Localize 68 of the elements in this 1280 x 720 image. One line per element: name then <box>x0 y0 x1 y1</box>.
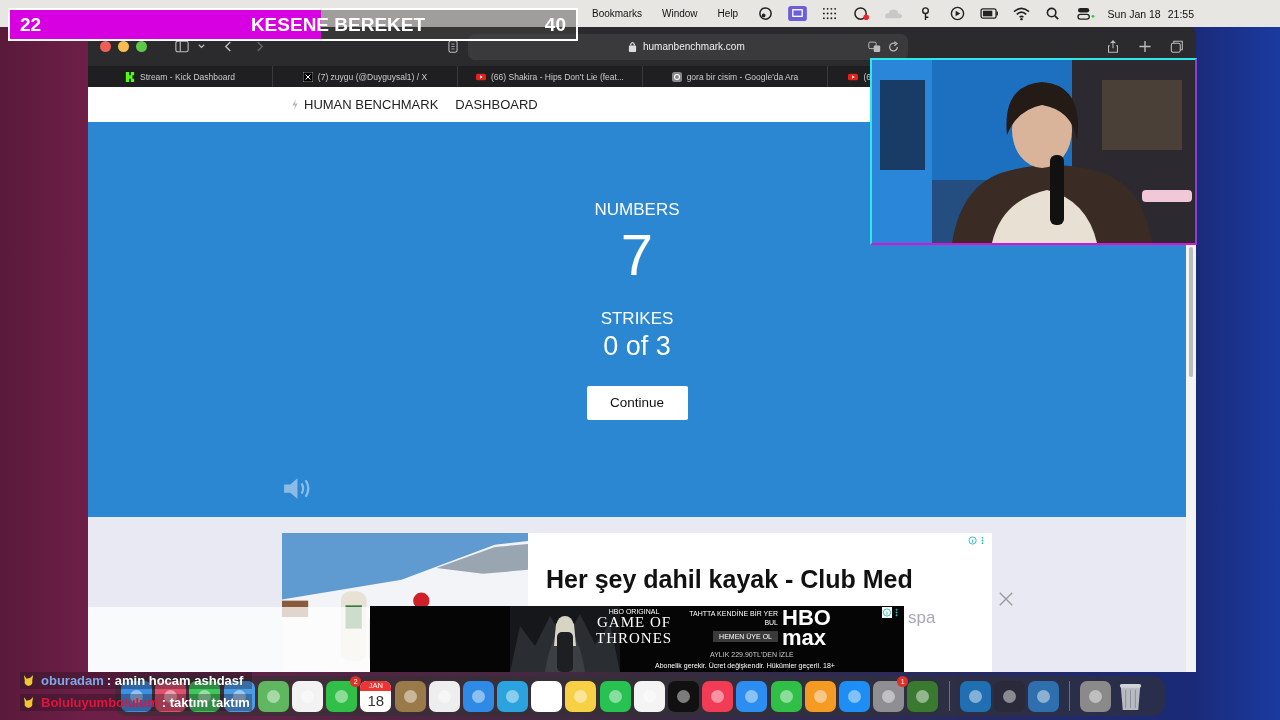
test-name: NUMBERS <box>594 200 680 220</box>
app-icon[interactable] <box>633 680 665 712</box>
lock-icon <box>628 41 637 52</box>
reload-icon[interactable] <box>887 40 900 53</box>
toggle-icon[interactable] <box>1075 6 1095 21</box>
back-icon[interactable] <box>224 40 233 53</box>
app-icon[interactable] <box>428 680 460 712</box>
new-tab-icon[interactable] <box>1138 40 1152 53</box>
share-icon[interactable] <box>1106 40 1120 53</box>
ad-description: spa <box>908 608 936 628</box>
brand-logo: HBO <box>782 608 831 628</box>
app-icon[interactable] <box>838 680 870 712</box>
tabs-overview-icon[interactable] <box>1170 40 1184 53</box>
app-icon[interactable] <box>531 680 563 712</box>
screen-icon[interactable] <box>787 6 807 21</box>
chat-username: oburadam <box>41 673 104 688</box>
menu-bar-date: Sun Jan 18 <box>1107 7 1161 20</box>
g-logo-icon <box>671 71 682 82</box>
scrollbar-thumb[interactable] <box>1189 247 1193 377</box>
chat-text: : amin hocam ashdasf <box>106 673 244 688</box>
k-logo-icon <box>125 71 135 82</box>
x-logo-icon <box>302 71 313 82</box>
zoom-icon[interactable] <box>136 41 147 52</box>
app-icon[interactable] <box>959 680 991 712</box>
sidebar-icon[interactable] <box>175 40 189 53</box>
menu-item[interactable]: Bookmarks <box>592 8 642 19</box>
app-icon[interactable] <box>257 680 289 712</box>
badge-icon <box>22 696 35 709</box>
wifi-icon[interactable] <box>1011 6 1031 21</box>
app-icon[interactable] <box>1028 680 1060 712</box>
nav-link[interactable]: DASHBOARD <box>455 97 538 112</box>
site-logo[interactable]: HUMAN BENCHMARK <box>304 97 439 112</box>
app-icon[interactable] <box>736 680 768 712</box>
app-icon[interactable] <box>907 680 939 712</box>
close-icon[interactable] <box>100 41 111 52</box>
menu-item[interactable]: Help <box>717 8 739 19</box>
app-icon[interactable] <box>291 680 323 712</box>
page-icon[interactable] <box>446 40 460 53</box>
badge-icon <box>22 674 35 687</box>
ad-headline[interactable]: Her şey dahil kayak - Club Med <box>546 565 936 594</box>
show-title: GAME OF <box>597 615 672 631</box>
strikes-count: 0 of 3 <box>603 330 671 362</box>
app-icon[interactable] <box>1080 680 1112 712</box>
show-title: THRONES <box>596 630 673 647</box>
continue-button[interactable]: Continue <box>586 385 688 420</box>
play-icon <box>476 71 486 82</box>
minimize-icon[interactable] <box>118 41 129 52</box>
url-text: humanbenchmark.com <box>643 41 746 52</box>
menu-item[interactable]: Window <box>662 8 698 19</box>
brand-logo: max <box>782 627 827 648</box>
app-icon[interactable] <box>497 680 529 712</box>
app-icon[interactable] <box>599 680 631 712</box>
battery-icon[interactable] <box>979 6 999 21</box>
lightning-icon <box>291 99 299 110</box>
translate-icon[interactable] <box>868 40 881 53</box>
app-icon[interactable] <box>804 680 836 712</box>
app-icon[interactable] <box>702 680 734 712</box>
app-icon[interactable] <box>462 680 494 712</box>
app-icon[interactable] <box>394 680 426 712</box>
level-number: 7 <box>620 222 654 289</box>
address-bar[interactable]: humanbenchmark.com <box>468 33 908 60</box>
strikes-label: STRIKES <box>600 308 674 329</box>
play-icon <box>848 71 859 82</box>
app-icon[interactable] <box>565 680 597 712</box>
menu-bar-time: 21:55 <box>1167 7 1194 20</box>
app-icon[interactable] <box>770 680 802 712</box>
progress-current: 22 <box>20 13 42 36</box>
forward-icon[interactable] <box>255 40 264 53</box>
